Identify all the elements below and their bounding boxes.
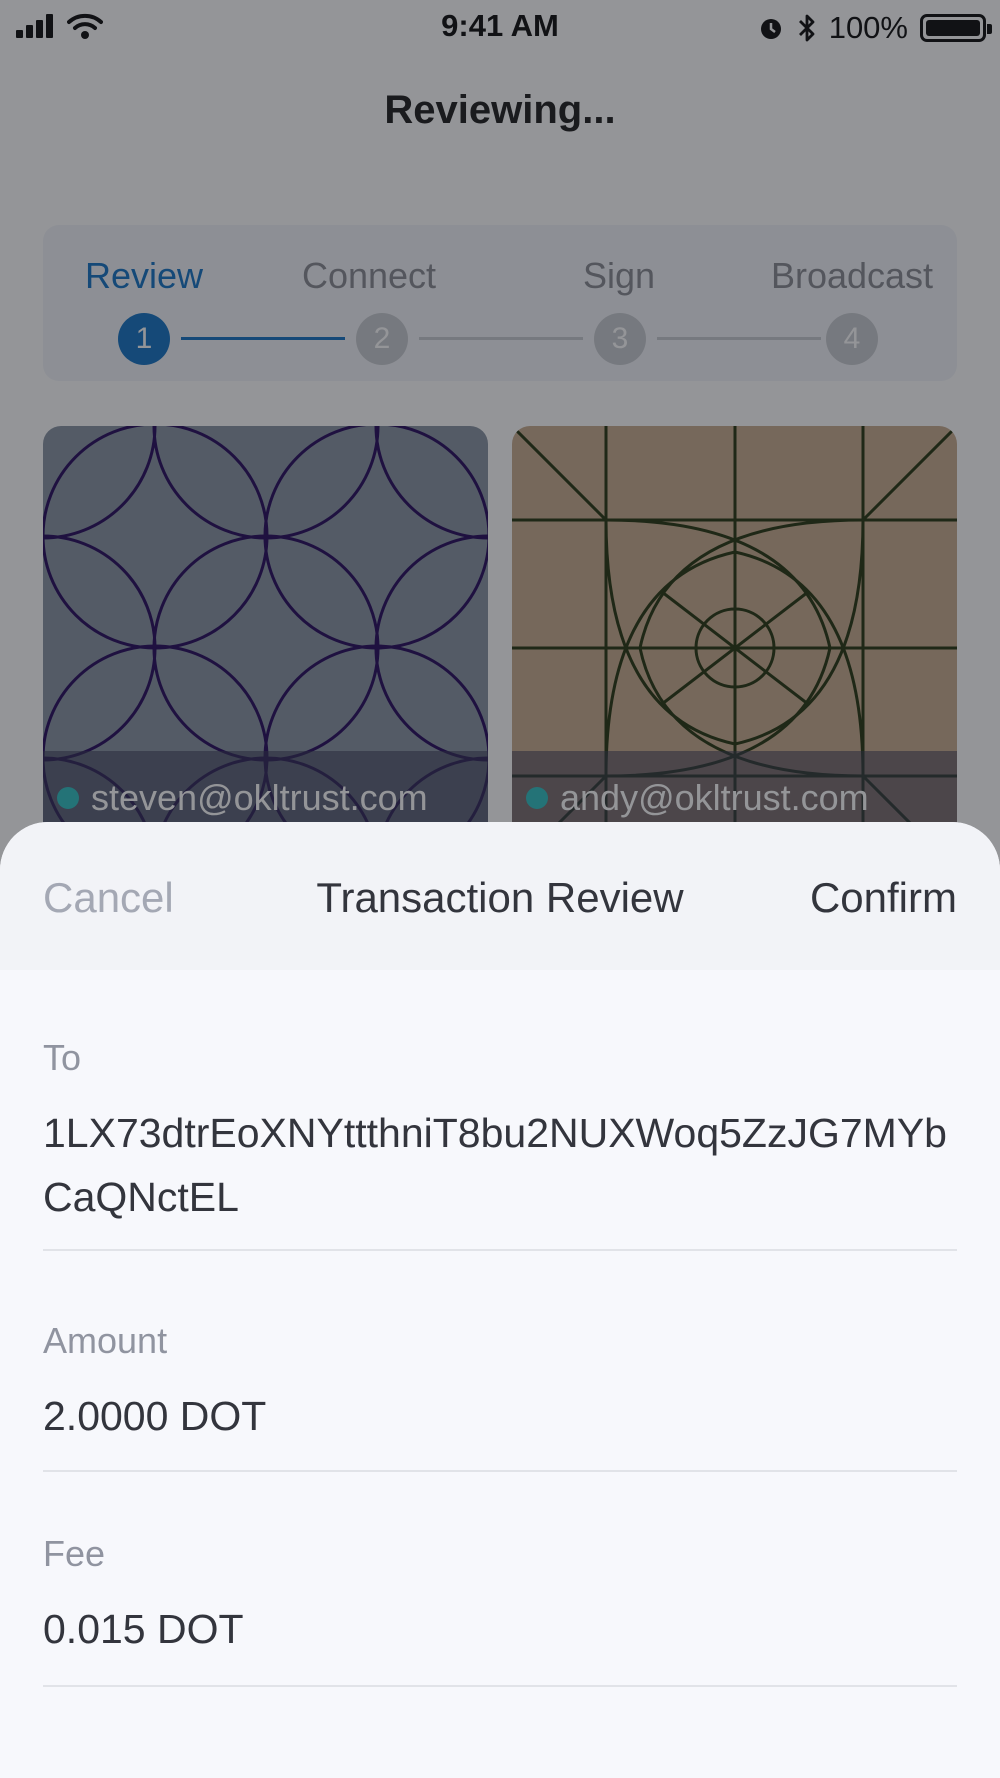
sheet-header: Cancel Transaction Review Confirm bbox=[0, 822, 1000, 970]
transaction-review-sheet: Cancel Transaction Review Confirm To 1LX… bbox=[0, 822, 1000, 1778]
amount-label: Amount bbox=[43, 1320, 168, 1361]
fee-field: Fee 0.015 DOT bbox=[43, 1533, 957, 1687]
confirm-button[interactable]: Confirm bbox=[810, 874, 957, 922]
to-label: To bbox=[43, 1037, 82, 1078]
fee-label: Fee bbox=[43, 1533, 106, 1574]
to-address-value: 1LX73dtrEoXNYttthniT8bu2NUXWoq5ZzJG7MYbC… bbox=[43, 1110, 947, 1220]
amount-value: 2.0000 DOT bbox=[43, 1393, 267, 1439]
fee-value: 0.015 DOT bbox=[43, 1606, 244, 1652]
amount-field: Amount 2.0000 DOT bbox=[43, 1320, 957, 1472]
to-field: To 1LX73dtrEoXNYttthniT8bu2NUXWoq5ZzJG7M… bbox=[43, 1037, 957, 1251]
